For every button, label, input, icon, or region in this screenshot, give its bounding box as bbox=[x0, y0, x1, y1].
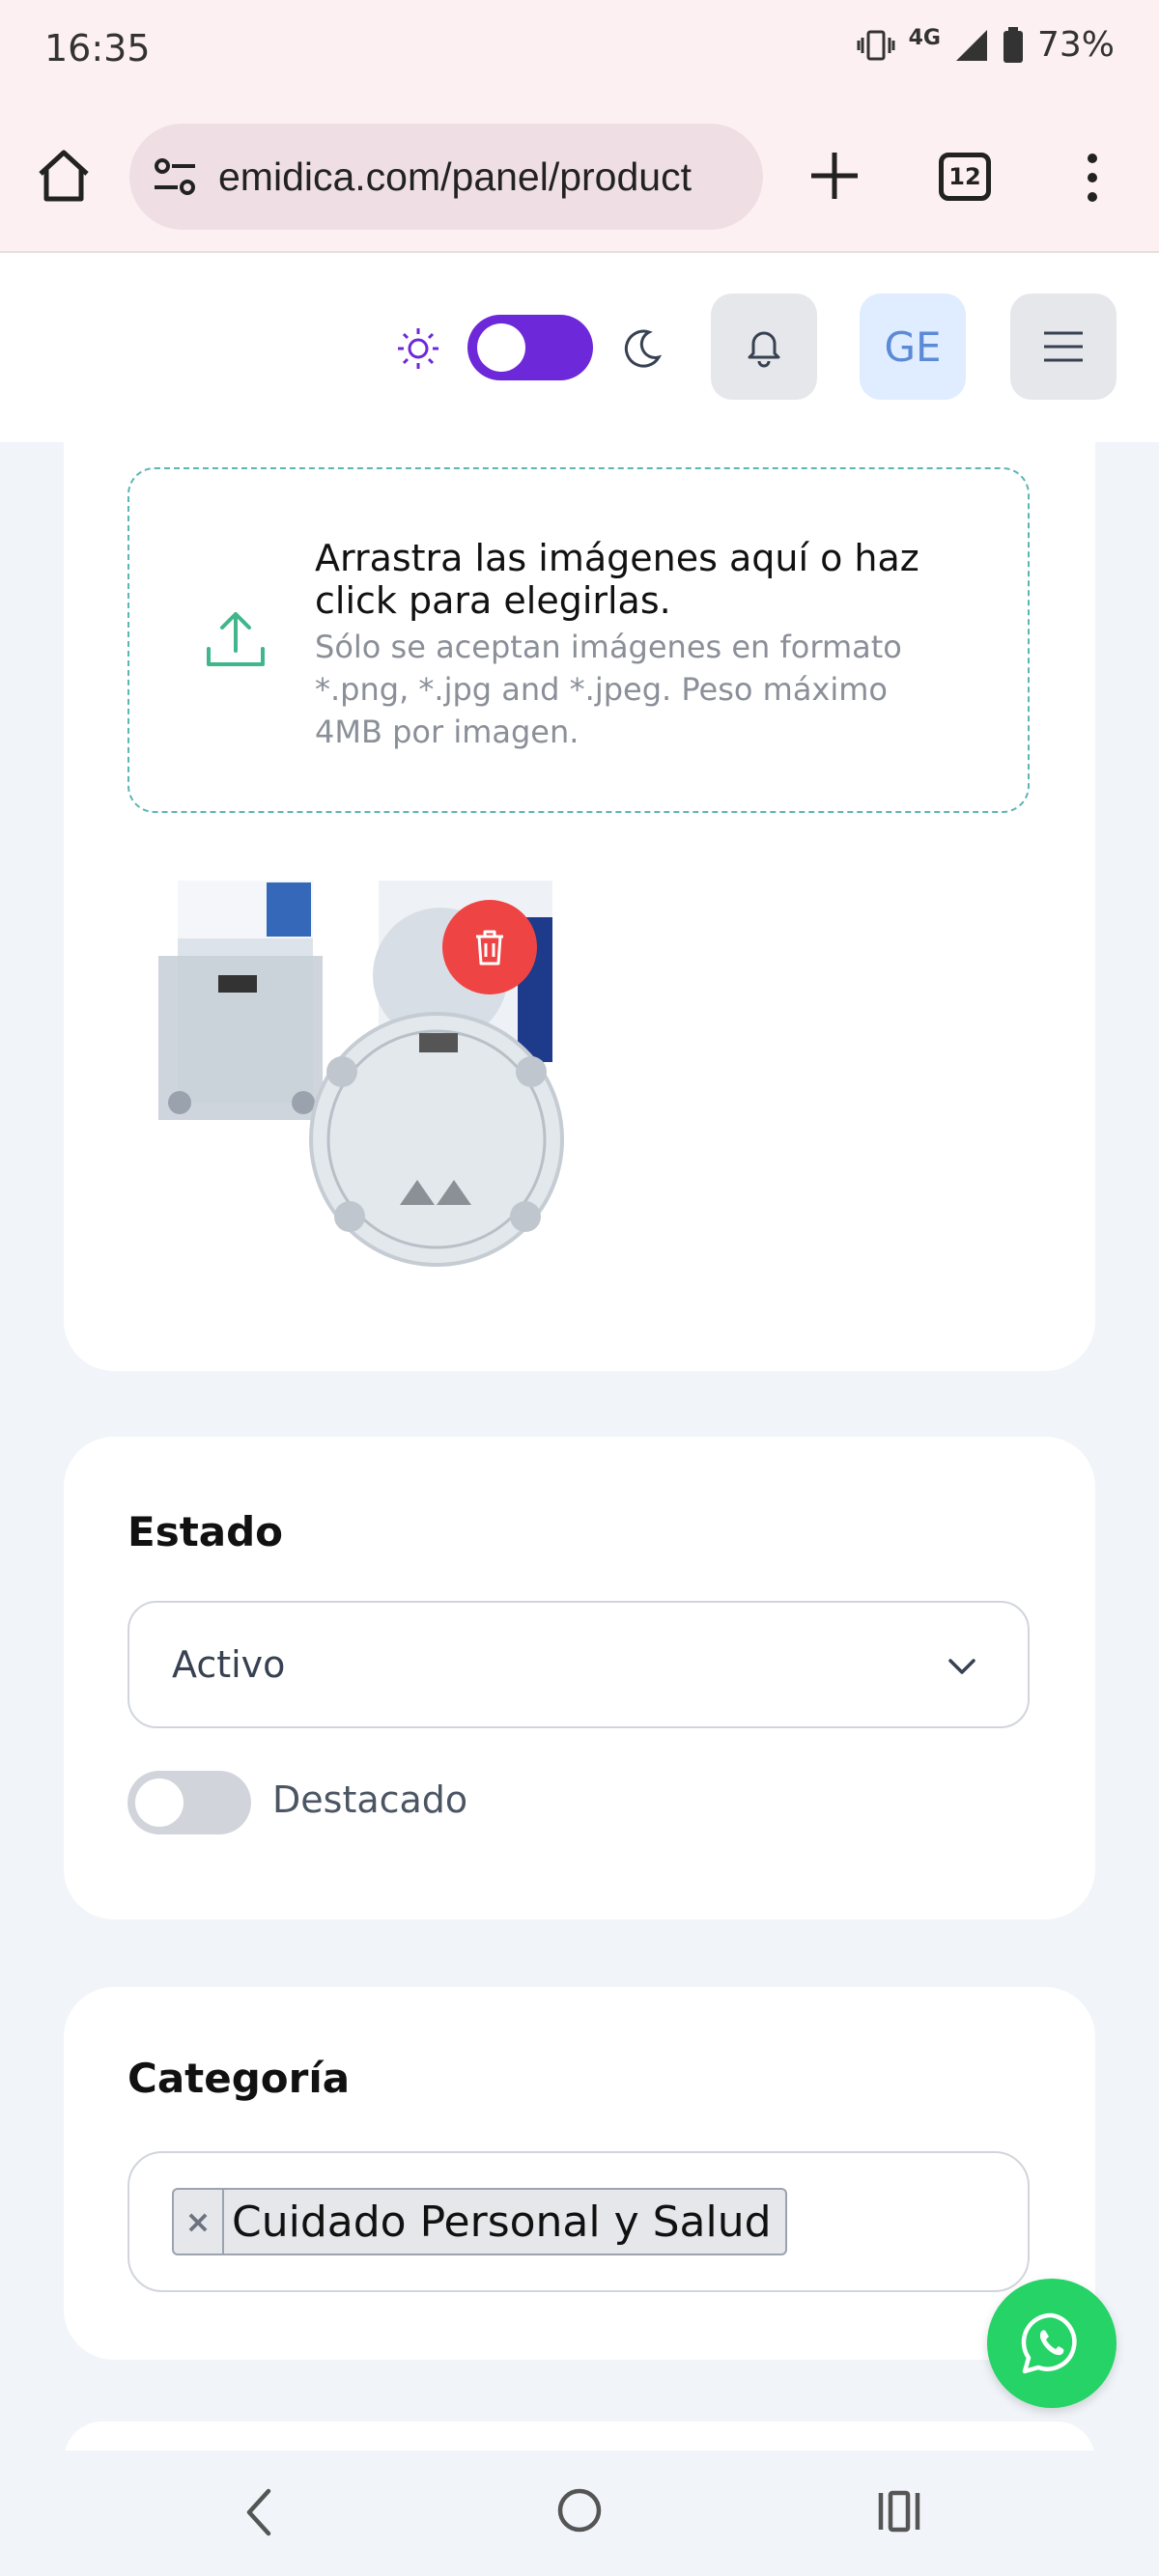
home-circle-icon[interactable] bbox=[554, 2485, 605, 2535]
browser-toolbar: emidica.com/panel/product 12 bbox=[0, 104, 1159, 253]
home-icon[interactable] bbox=[35, 147, 93, 205]
network-type: 4G bbox=[908, 26, 941, 50]
featured-toggle[interactable] bbox=[127, 1771, 251, 1834]
new-tab-icon[interactable] bbox=[804, 145, 865, 207]
tab-count: 12 bbox=[948, 163, 981, 190]
moon-icon bbox=[624, 329, 663, 368]
featured-toggle-knob bbox=[135, 1778, 184, 1827]
tab-switcher-button[interactable]: 12 bbox=[939, 153, 991, 201]
status-icons: 4G 73% bbox=[857, 25, 1115, 65]
category-section-title: Categoría bbox=[127, 2055, 351, 2102]
dropzone-hint: Sólo se aceptan imágenes en formato *.pn… bbox=[315, 629, 902, 750]
remove-tag-icon[interactable]: × bbox=[174, 2190, 224, 2254]
bell-icon bbox=[748, 331, 780, 368]
notifications-button[interactable] bbox=[711, 294, 817, 400]
hamburger-icon bbox=[1044, 331, 1083, 362]
category-card: Categoría × Cuidado Personal y Salud bbox=[64, 1987, 1095, 2360]
upload-icon bbox=[207, 612, 265, 666]
status-time: 16:35 bbox=[44, 27, 151, 70]
avatar-initials: GE bbox=[884, 322, 942, 371]
user-avatar[interactable]: GE bbox=[860, 294, 966, 400]
more-options-icon[interactable] bbox=[1078, 149, 1107, 207]
category-tag-label: Cuidado Personal y Salud bbox=[232, 2197, 772, 2247]
back-icon[interactable] bbox=[240, 2485, 278, 2539]
theme-toggle-knob bbox=[477, 323, 525, 372]
category-tag: × Cuidado Personal y Salud bbox=[172, 2188, 787, 2255]
status-select[interactable]: Activo bbox=[127, 1601, 1030, 1728]
status-section-title: Estado bbox=[127, 1508, 284, 1555]
status-bar: 16:35 4G 73% bbox=[0, 0, 1159, 104]
dropzone-title: Arrastra las imágenes aquí o haz click p… bbox=[315, 537, 919, 622]
featured-label: Destacado bbox=[272, 1778, 468, 1821]
url-text: emidica.com/panel/product bbox=[218, 154, 692, 199]
product-image-thumbnail[interactable] bbox=[151, 879, 614, 1284]
system-nav-bar bbox=[0, 2450, 1159, 2576]
vibrate-icon bbox=[857, 30, 895, 60]
sun-icon bbox=[398, 328, 438, 369]
whatsapp-button[interactable] bbox=[987, 2279, 1117, 2408]
battery-icon bbox=[1003, 26, 1023, 63]
battery-level: 73% bbox=[1036, 25, 1115, 65]
theme-toggle[interactable] bbox=[467, 315, 593, 380]
menu-button[interactable] bbox=[1010, 294, 1117, 400]
site-settings-icon[interactable] bbox=[149, 151, 201, 203]
address-bar[interactable]: emidica.com/panel/product bbox=[129, 124, 763, 230]
whatsapp-icon bbox=[1021, 2312, 1077, 2374]
images-card: Arrastra las imágenes aquí o haz click p… bbox=[64, 406, 1095, 1371]
trash-icon bbox=[476, 930, 503, 966]
delete-image-button[interactable] bbox=[442, 900, 537, 994]
category-multiselect[interactable]: × Cuidado Personal y Salud bbox=[127, 2151, 1030, 2292]
signal-icon bbox=[955, 29, 987, 61]
chevron-down-icon bbox=[948, 1659, 975, 1674]
recent-apps-icon[interactable] bbox=[875, 2487, 923, 2535]
status-card: Estado Activo Destacado bbox=[64, 1437, 1095, 1919]
status-select-value: Activo bbox=[172, 1643, 286, 1686]
image-dropzone[interactable]: Arrastra las imágenes aquí o haz click p… bbox=[127, 467, 1030, 813]
